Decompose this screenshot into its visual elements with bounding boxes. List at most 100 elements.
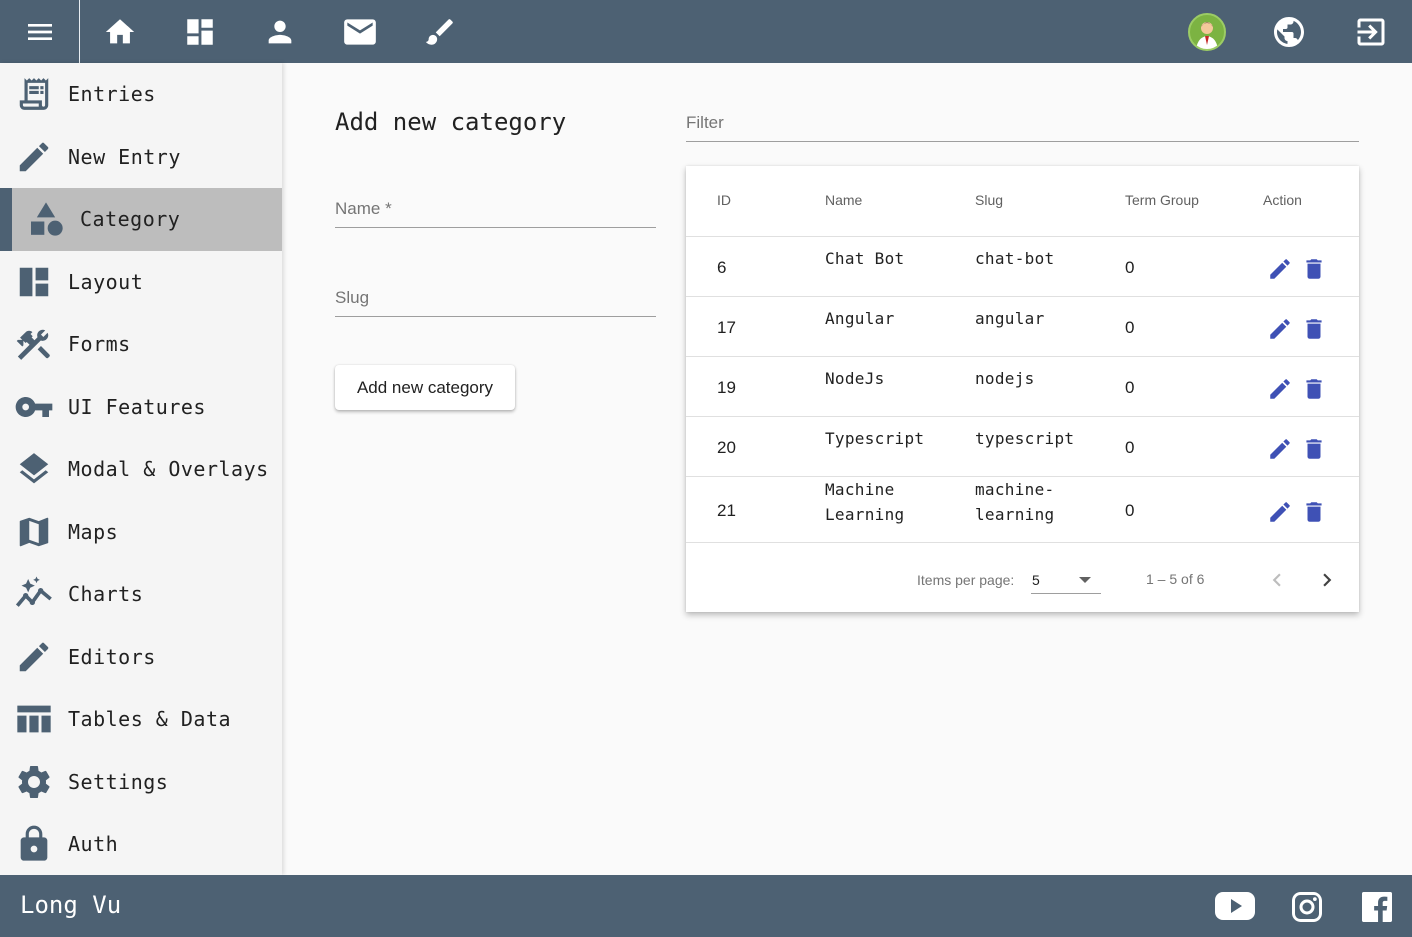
youtube-link[interactable]: [1214, 889, 1256, 923]
youtube-icon: [1215, 892, 1255, 920]
name-field[interactable]: Name *: [335, 199, 656, 228]
column-header-term-group[interactable]: Term Group: [1125, 192, 1199, 208]
filter-field[interactable]: Filter: [686, 113, 1359, 142]
logout-button[interactable]: [1330, 0, 1412, 63]
sidebar-item-label: UI Features: [68, 394, 206, 419]
cell-id: 21: [717, 501, 736, 520]
sidebar-item-modal-overlays[interactable]: Modal & Overlays: [0, 438, 282, 501]
sidebar-item-entries[interactable]: Entries: [0, 63, 282, 126]
row-actions: [1267, 499, 1327, 525]
pencil-icon: [14, 137, 54, 177]
sidebar-item-layout[interactable]: Layout: [0, 251, 282, 314]
sidebar-item-auth[interactable]: Auth: [0, 813, 282, 876]
home-icon: [105, 18, 135, 43]
sidebar-item-ui-features[interactable]: UI Features: [0, 376, 282, 439]
delete-icon[interactable]: [1301, 256, 1327, 282]
sidebar-item-maps[interactable]: Maps: [0, 501, 282, 564]
add-category-button[interactable]: Add new category: [335, 365, 515, 410]
edit-icon[interactable]: [1267, 499, 1293, 525]
instagram-link[interactable]: [1289, 889, 1325, 925]
sidebar-item-label: Charts: [68, 582, 144, 607]
table-row: 6 Chat Bot chat-bot 0: [686, 237, 1359, 297]
dropdown-arrow-icon: [1079, 577, 1091, 583]
avatar-button[interactable]: [1166, 0, 1248, 63]
edit-icon[interactable]: [1267, 376, 1293, 402]
sidebar-item-tables-data[interactable]: Tables & Data: [0, 688, 282, 751]
sidebar-item-label: Tables & Data: [68, 707, 232, 732]
sidebar-item-label: Editors: [68, 644, 156, 669]
next-page-button[interactable]: [1314, 567, 1340, 593]
column-header-action: Action: [1263, 192, 1302, 208]
sidebar: Entries New Entry Category Layout Forms …: [0, 63, 282, 875]
sidebar-item-label: Forms: [68, 332, 131, 357]
cell-name-line: Learning: [825, 505, 905, 524]
filter-input[interactable]: Filter: [686, 113, 1359, 133]
cell-term-group: 0: [1125, 438, 1135, 457]
sidebar-item-forms[interactable]: Forms: [0, 313, 282, 376]
delete-icon[interactable]: [1301, 376, 1327, 402]
name-input[interactable]: Name *: [335, 199, 656, 219]
cell-name: Angular: [825, 309, 895, 328]
cell-name: Typescript: [825, 429, 925, 448]
cell-term-group: 0: [1125, 258, 1135, 277]
key-icon: [14, 387, 54, 427]
paginator: Items per page: 5 1 – 5 of 6: [686, 543, 1359, 613]
dashboard-button[interactable]: [160, 0, 240, 63]
chevron-left-icon: [1272, 573, 1281, 587]
layout-icon: [14, 262, 54, 302]
slug-underline: [335, 316, 656, 317]
mail-button[interactable]: [320, 0, 400, 63]
table-row: 17 Angular angular 0: [686, 297, 1359, 357]
pencil-icon: [14, 637, 54, 677]
cell-id: 20: [717, 438, 736, 457]
theme-button[interactable]: [400, 0, 480, 63]
tools-icon: [14, 324, 54, 364]
delete-icon[interactable]: [1301, 316, 1327, 342]
sidebar-item-label: Category: [80, 207, 181, 232]
cell-name: NodeJs: [825, 369, 885, 388]
slug-input[interactable]: Slug: [335, 288, 656, 308]
page-size-select[interactable]: 5: [1031, 567, 1101, 594]
sidebar-item-new-entry[interactable]: New Entry: [0, 126, 282, 189]
instagram-icon: [1292, 892, 1322, 922]
facebook-icon: [1362, 892, 1392, 922]
edit-icon[interactable]: [1267, 316, 1293, 342]
menu-icon: [27, 23, 52, 40]
previous-page-button[interactable]: [1264, 567, 1290, 593]
sidebar-item-label: Auth: [68, 832, 119, 857]
map-icon: [14, 512, 54, 552]
person-icon: [268, 20, 292, 43]
column-header-name[interactable]: Name: [825, 192, 862, 208]
cell-id: 17: [717, 318, 736, 337]
sidebar-item-charts[interactable]: Charts: [0, 563, 282, 626]
delete-icon[interactable]: [1301, 436, 1327, 462]
footer: Long Vu: [0, 875, 1412, 937]
edit-icon[interactable]: [1267, 436, 1293, 462]
menu-button[interactable]: [0, 0, 80, 63]
sidebar-item-editors[interactable]: Editors: [0, 626, 282, 689]
sidebar-item-settings[interactable]: Settings: [0, 751, 282, 814]
avatar: [1188, 12, 1226, 51]
delete-icon[interactable]: [1301, 499, 1327, 525]
slug-field[interactable]: Slug: [335, 288, 656, 317]
language-button[interactable]: [1248, 0, 1330, 63]
cell-slug-line: learning: [975, 505, 1055, 524]
sidebar-item-label: Layout: [68, 269, 144, 294]
table-row: 21 Machine Learning machine- learning 0: [686, 477, 1359, 543]
facebook-link[interactable]: [1359, 889, 1395, 925]
page-size-value: 5: [1032, 572, 1040, 588]
row-actions: [1267, 256, 1327, 282]
column-header-id[interactable]: ID: [717, 192, 731, 208]
page-range-label: 1 – 5 of 6: [1146, 571, 1205, 587]
cell-term-group: 0: [1125, 378, 1135, 397]
top-toolbar: [0, 0, 1412, 63]
profile-button[interactable]: [240, 0, 320, 63]
edit-icon[interactable]: [1267, 256, 1293, 282]
cell-id: 19: [717, 378, 736, 397]
category-table: ID Name Slug Term Group Action 6 Chat Bo…: [686, 166, 1359, 612]
sidebar-item-category[interactable]: Category: [0, 188, 282, 251]
home-button[interactable]: [80, 0, 160, 63]
column-header-slug[interactable]: Slug: [975, 192, 1003, 208]
chart-icon: [14, 574, 54, 614]
table-row: 20 Typescript typescript 0: [686, 417, 1359, 477]
